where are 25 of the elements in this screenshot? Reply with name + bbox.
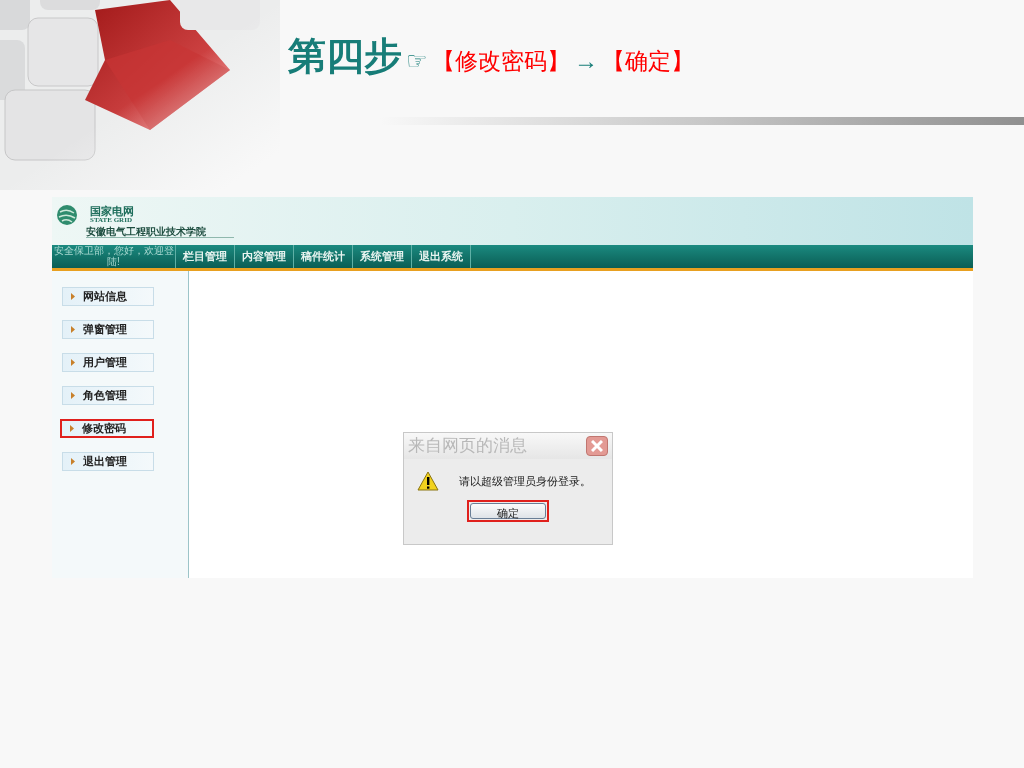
close-icon [591, 440, 603, 452]
triangle-icon [71, 359, 75, 366]
triangle-icon [71, 392, 75, 399]
triangle-icon [70, 425, 74, 432]
warning-icon [417, 471, 439, 491]
sidebar-item[interactable]: 修改密码 [60, 419, 154, 438]
logo-name: 国家电网 [90, 206, 134, 217]
sidebar-item[interactable]: 用户管理 [62, 353, 154, 372]
sidebar-item[interactable]: 角色管理 [62, 386, 154, 405]
school-name: 安徽电气工程职业技术学院 [86, 227, 234, 238]
step-target: 【修改密码】 [432, 47, 570, 76]
step-title: 第四步 [288, 34, 402, 79]
triangle-icon [71, 326, 75, 333]
symbol-glyph: ☞ [406, 46, 428, 76]
dialog-message: 请以超级管理员身份登录。 [459, 473, 591, 489]
sidebar-item[interactable]: 退出管理 [62, 452, 154, 471]
triangle-icon [71, 458, 75, 465]
triangle-icon [71, 293, 75, 300]
globe-logo-icon [56, 204, 78, 226]
symbol-glyph: → [574, 46, 598, 76]
close-button[interactable] [586, 436, 608, 456]
sidebar-item[interactable]: 弹窗管理 [62, 320, 154, 339]
sidebar-item[interactable]: 网站信息 [62, 287, 154, 306]
step-target: 【确定】 [602, 47, 694, 76]
ok-button[interactable]: 确定 [467, 500, 549, 522]
